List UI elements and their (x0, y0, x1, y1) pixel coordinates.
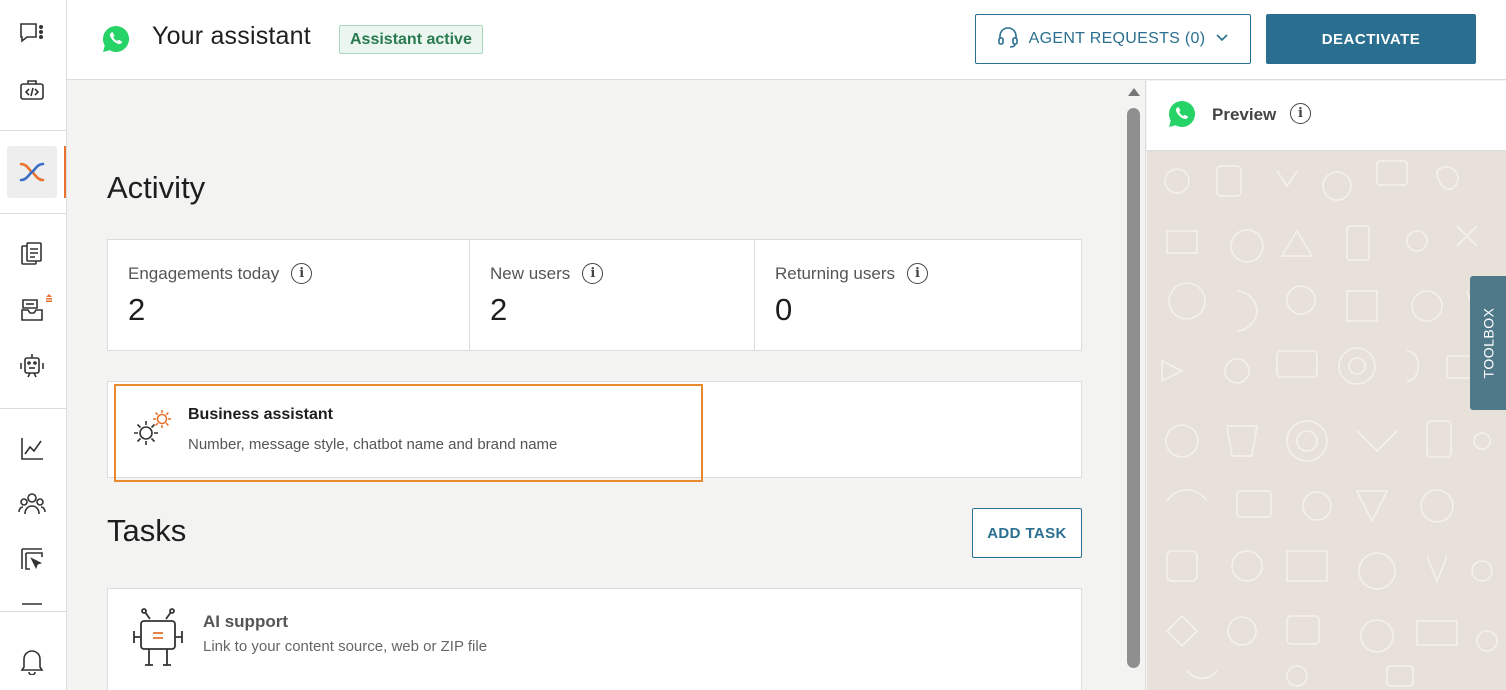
doodle-pattern-background (1161, 160, 1498, 687)
business-assistant-title: Business assistant (188, 406, 333, 423)
preview-header: Preview i (1147, 81, 1506, 151)
stat-returning-users: Returning users i 0 (755, 240, 1081, 350)
activity-stats: Engagements today i 2 New users i 2 Retu… (107, 239, 1082, 351)
cursor-box-icon[interactable] (17, 544, 47, 574)
stat-value: 0 (775, 292, 793, 327)
page-title: Your assistant (152, 22, 311, 50)
bell-icon[interactable] (17, 646, 47, 676)
activity-heading: Activity (107, 170, 206, 205)
documents-icon[interactable] (17, 240, 47, 270)
stat-label: Returning users (775, 263, 896, 283)
stat-value: 2 (128, 292, 146, 327)
status-badge: Assistant active (339, 25, 483, 54)
main-content: Activity Engagements today i 2 New users… (67, 81, 1120, 690)
active-nav-indicator (64, 146, 66, 198)
conversation-logo-icon[interactable] (17, 157, 47, 187)
scroll-up-arrow-icon[interactable] (1128, 88, 1140, 96)
stat-new-users: New users i 2 (470, 240, 755, 350)
info-icon[interactable]: i (291, 263, 313, 284)
info-icon[interactable]: i (1290, 103, 1311, 124)
robot-icon[interactable] (17, 350, 47, 380)
chat-preview-area (1147, 151, 1506, 690)
stat-engagements-today: Engagements today i 2 (108, 240, 470, 350)
add-task-button[interactable]: ADD TASK (972, 508, 1082, 558)
left-nav-rail (0, 0, 67, 690)
task-title: AI support (203, 612, 288, 631)
agent-requests-label: AGENT REQUESTS (0) (1028, 30, 1206, 47)
people-icon[interactable] (17, 489, 47, 519)
stat-value: 2 (490, 292, 508, 327)
agent-requests-button[interactable]: AGENT REQUESTS (0) (975, 14, 1251, 64)
notification-badge-icon (43, 292, 55, 304)
more-nav-icon[interactable] (17, 600, 47, 610)
preview-title: Preview (1212, 105, 1277, 124)
whatsapp-icon (101, 24, 131, 54)
business-assistant-subtitle: Number, message style, chatbot name and … (188, 436, 558, 453)
top-header: Your assistant Assistant active AGENT RE… (67, 0, 1506, 80)
headset-icon (997, 26, 1019, 53)
info-icon[interactable]: i (582, 263, 604, 284)
info-icon[interactable]: i (907, 263, 929, 284)
analytics-icon[interactable] (17, 434, 47, 464)
toolbox-label: TOOLBOX (1480, 307, 1496, 379)
stat-label: New users (490, 263, 571, 283)
code-box-icon[interactable] (17, 75, 47, 105)
deactivate-button[interactable]: DEACTIVATE (1266, 14, 1476, 64)
robot-tv-icon (131, 607, 185, 669)
tasks-heading: Tasks (107, 513, 187, 548)
scrollbar-thumb[interactable] (1127, 108, 1140, 668)
stat-label: Engagements today (128, 263, 280, 283)
task-subtitle: Link to your content source, web or ZIP … (203, 638, 488, 655)
business-assistant-highlight[interactable] (114, 384, 703, 482)
chevron-down-icon (1215, 30, 1229, 48)
chat-menu-icon[interactable] (17, 18, 47, 48)
whatsapp-icon (1167, 99, 1197, 129)
toolbox-tab[interactable]: TOOLBOX (1470, 276, 1506, 410)
gears-icon (127, 403, 177, 453)
